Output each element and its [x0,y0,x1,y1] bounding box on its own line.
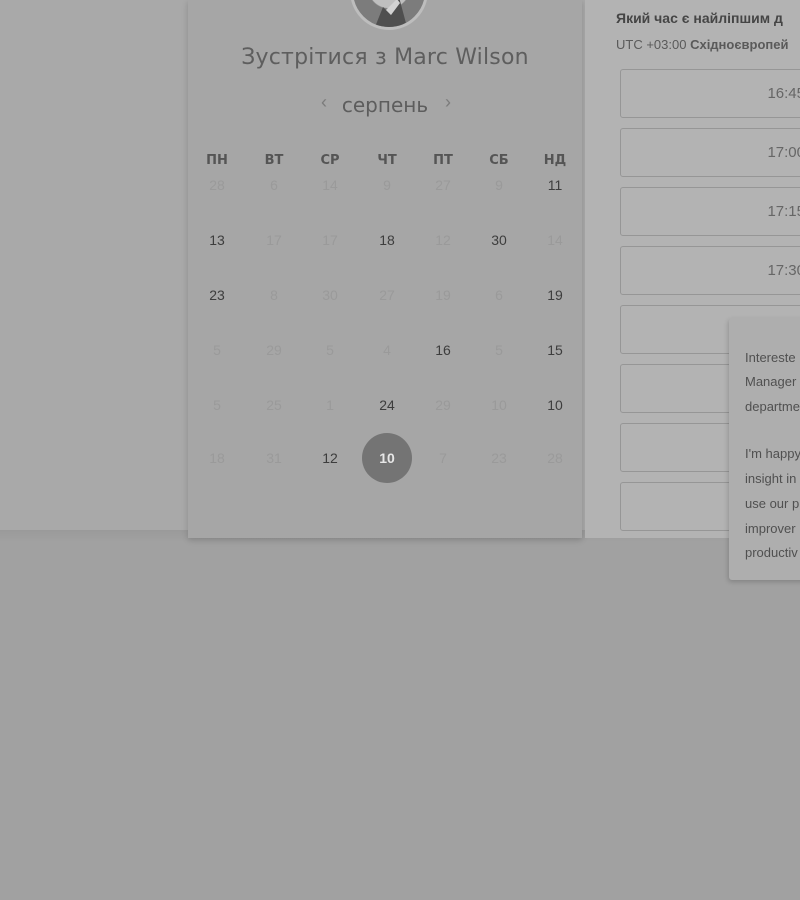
calendar-day[interactable]: 16 [421,328,465,372]
calendar-day[interactable]: 13 [195,218,239,262]
calendar-day: 8 [270,287,278,303]
calendar-day: 27 [435,177,451,193]
time-slot-label: 17:00 [767,144,800,161]
calendar-day: 5 [495,342,503,358]
calendar-day: 28 [547,450,563,466]
note-text-line: departme [745,399,800,414]
calendar-day[interactable]: 23 [195,273,239,317]
calendar-day[interactable]: 12 [308,436,352,480]
calendar-day: 1 [326,397,334,413]
calendar-day[interactable]: 19 [533,273,577,317]
calendar-day: 29 [266,342,282,358]
calendar-day: 27 [379,287,395,303]
calendar-day: 6 [495,287,503,303]
calendar-day[interactable]: 15 [533,328,577,372]
calendar-day: 9 [383,177,391,193]
note-text-line: insight in [745,471,797,486]
calendar-day[interactable]: 18 [365,218,409,262]
calendar-day: 6 [270,177,278,193]
calendar-day: 18 [209,450,225,466]
note-text-line: improver [745,521,796,536]
calendar-day: 31 [266,450,282,466]
calendar-day: 12 [435,232,451,248]
calendar-day[interactable]: 30 [477,218,521,262]
time-slot-button[interactable]: 17:00 [620,128,800,177]
calendar-day[interactable]: 11 [533,163,577,207]
calendar-day: 5 [213,397,221,413]
note-text-line: I'm happy [745,446,800,461]
selected-day[interactable]: 10 [362,433,412,483]
note-text-line: Manager [745,374,797,389]
calendar-day: 4 [383,342,391,358]
calendar-day: 17 [322,232,338,248]
calendar-day: 23 [491,450,507,466]
time-slot-button[interactable]: 17:30 [620,246,800,295]
time-slot-label: 17:15 [767,203,800,220]
calendar-panel: Зустрітися з Marc Wilson ‹ серпень › ПН В… [188,0,582,538]
time-slot-label: 16:45 [767,85,800,102]
calendar-day: 25 [266,397,282,413]
time-slot-button[interactable]: 16:45 [620,69,800,118]
time-slot-button[interactable]: 17:15 [620,187,800,236]
calendar-day: 14 [547,232,563,248]
note-text-line: use our p [745,496,800,511]
calendar-day: 17 [266,232,282,248]
calendar-day: 7 [439,450,447,466]
time-question: Який час є найліпшим д [616,10,783,26]
calendar-day: 29 [435,397,451,413]
calendar-day: 28 [209,177,225,193]
calendar-day: 19 [435,287,451,303]
calendar-day: 5 [326,342,334,358]
note-text-line: Intereste [745,350,796,365]
calendar-day: 9 [495,177,503,193]
calendar-grid: 28 6 14 9 27 9 11 13 17 17 18 12 30 14 23 8 30 27 19 6 19 5 29… [188,0,582,538]
timezone-name: Східноєвропей [690,37,789,52]
calendar-day[interactable]: 24 [365,383,409,427]
calendar-day: 14 [322,177,338,193]
timezone-offset: UTC +03:00 [616,37,687,52]
calendar-day: 30 [322,287,338,303]
timezone-label[interactable]: UTC +03:00 Східноєвропей [616,37,788,52]
host-note-card: Intereste Manager departme I'm happy insight… [729,318,800,580]
time-slot-label: 17:30 [767,262,800,279]
note-text-line: productiv [745,545,798,560]
calendar-day[interactable]: 10 [533,383,577,427]
calendar-day: 5 [213,342,221,358]
calendar-day: 10 [491,397,507,413]
